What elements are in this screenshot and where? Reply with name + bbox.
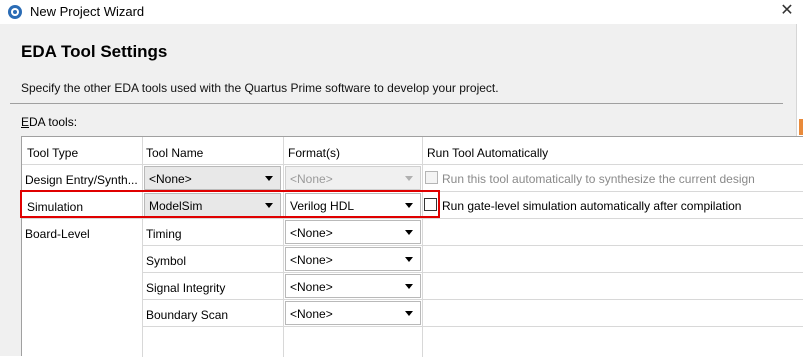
row-tool-name: Symbol bbox=[146, 254, 187, 268]
simulation-run-label: Run gate-level simulation automatically … bbox=[442, 199, 742, 213]
symbol-format-select[interactable]: <None> bbox=[285, 247, 421, 271]
row-divider bbox=[142, 299, 803, 300]
chevron-down-icon bbox=[265, 176, 273, 181]
row-divider bbox=[142, 245, 803, 246]
row-divider bbox=[142, 272, 803, 273]
page-title: EDA Tool Settings bbox=[21, 42, 168, 61]
close-icon: ✕ bbox=[780, 2, 794, 19]
column-divider bbox=[283, 137, 284, 357]
chevron-down-icon bbox=[405, 284, 413, 289]
accent-mark bbox=[799, 119, 803, 135]
app-icon bbox=[8, 5, 22, 19]
row-tool-name: Boundary Scan bbox=[146, 308, 229, 322]
design-entry-format-select: <None> bbox=[285, 166, 421, 190]
eda-tools-table: Tool Type Tool Name Format(s) Run Tool A… bbox=[21, 136, 803, 357]
design-entry-run-checkbox bbox=[425, 171, 438, 184]
column-divider bbox=[422, 137, 423, 357]
boundary-scan-format-select[interactable]: <None> bbox=[285, 301, 421, 325]
header-run-auto: Run Tool Automatically bbox=[427, 146, 549, 160]
simulation-highlight-box bbox=[20, 190, 440, 218]
chevron-down-icon bbox=[405, 176, 413, 181]
column-divider bbox=[142, 137, 143, 357]
header-tool-name: Tool Name bbox=[146, 146, 204, 160]
design-entry-run-label: Run this tool automatically to synthesiz… bbox=[442, 172, 755, 186]
timing-format-select[interactable]: <None> bbox=[285, 220, 421, 244]
row-divider bbox=[142, 326, 803, 327]
row-tool-type: Design Entry/Synth... bbox=[25, 173, 138, 187]
title-bar: New Project Wizard ✕ bbox=[0, 0, 803, 24]
row-tool-name: Signal Integrity bbox=[146, 281, 226, 295]
row-tool-name: Timing bbox=[146, 227, 182, 241]
row-divider bbox=[22, 164, 803, 165]
header-tool-type: Tool Type bbox=[27, 146, 79, 160]
row-tool-type: Board-Level bbox=[25, 227, 90, 241]
chevron-down-icon bbox=[405, 257, 413, 262]
chevron-down-icon bbox=[405, 230, 413, 235]
page-description: Specify the other EDA tools used with th… bbox=[21, 81, 499, 95]
window-title: New Project Wizard bbox=[30, 4, 145, 19]
close-button[interactable]: ✕ bbox=[775, 0, 799, 24]
eda-tools-label: EDA tools: bbox=[21, 115, 78, 129]
signal-integrity-format-select[interactable]: <None> bbox=[285, 274, 421, 298]
header-format: Format(s) bbox=[288, 146, 340, 160]
design-entry-tool-select[interactable]: <None> bbox=[144, 166, 281, 190]
row-divider bbox=[22, 218, 803, 219]
chevron-down-icon bbox=[405, 311, 413, 316]
